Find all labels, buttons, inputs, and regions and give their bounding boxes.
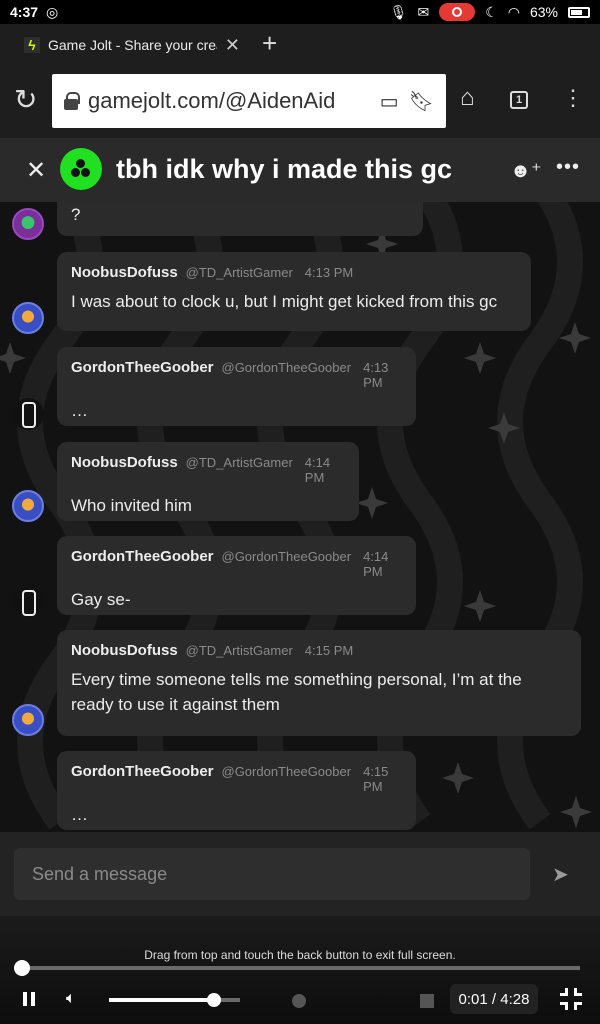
reload-icon[interactable]: ↻ xyxy=(14,86,37,114)
message-timestamp: 4:13 PM xyxy=(304,265,354,280)
exit-fullscreen-icon[interactable] xyxy=(560,988,582,1010)
url-text: gamejolt.com/@AidenAid xyxy=(88,88,336,113)
message-timestamp: 4:15 PM xyxy=(363,764,389,794)
recents-square-icon[interactable] xyxy=(420,994,434,1008)
close-chat-icon[interactable]: ✕ xyxy=(26,156,46,185)
battery-icon xyxy=(568,6,590,18)
message-bubble: NoobusDofuss @TD_ArtistGamer 4:13 PM I w… xyxy=(57,252,531,331)
message-text: I was about to clock u, but I might get … xyxy=(71,292,498,311)
user-avatar[interactable] xyxy=(12,398,44,430)
screen-record-icon xyxy=(439,3,476,21)
message-bubble: GordonTheeGoober @GordonTheeGoober 4:14 … xyxy=(57,536,416,615)
volume-slider-fill xyxy=(109,998,214,1002)
cast-icon[interactable]: ▭ xyxy=(380,89,399,114)
seek-bar-thumb[interactable] xyxy=(14,960,31,976)
message-handle: @GordonTheeGoober xyxy=(221,360,352,375)
address-bar[interactable]: gamejolt.com/@AidenAid ▭ 🔖︎ xyxy=(52,74,446,128)
user-avatar[interactable] xyxy=(12,586,44,618)
message-bubble: NoobusDofuss @TD_ArtistGamer 4:14 PM Who… xyxy=(57,442,359,521)
close-tab-icon[interactable]: ✕ xyxy=(225,35,240,56)
send-icon[interactable]: ➤ xyxy=(552,862,569,887)
message-bubble: GordonTheeGoober @GordonTheeGoober 4:13 … xyxy=(57,347,416,426)
message-handle: @GordonTheeGoober xyxy=(221,549,352,564)
android-status-bar: 4:37 ◎ 🎙 ✉ ☾ ◠ 63% xyxy=(0,0,600,24)
message-handle: @TD_ArtistGamer xyxy=(185,643,293,658)
user-avatar[interactable] xyxy=(12,490,44,522)
user-avatar[interactable] xyxy=(12,302,44,334)
message-text: Who invited him xyxy=(71,496,192,515)
chat-header: ✕ tbh idk why i made this gc ☻⁺ ••• xyxy=(0,138,600,202)
volume-slider-thumb[interactable] xyxy=(206,993,221,1007)
messenger-icon: ✉ xyxy=(417,3,430,20)
message-text: … xyxy=(71,805,88,824)
group-avatar[interactable] xyxy=(60,148,102,190)
message-input[interactable]: Send a message xyxy=(14,848,530,900)
battery-level: 63% xyxy=(529,4,558,20)
message-text: Gay se- xyxy=(71,590,131,609)
message-author[interactable]: GordonTheeGoober xyxy=(71,763,214,780)
tab-title: Game Jolt - Share your crea xyxy=(48,37,217,53)
chat-message-list[interactable]: ? NoobusDofuss @TD_ArtistGamer 4:13 PM I… xyxy=(0,202,600,832)
fullscreen-hint: Drag from top and touch the back button … xyxy=(144,948,456,962)
browser-toolbar: ↻ gamejolt.com/@AidenAid ▭ 🔖︎ ⌂ 1 ⋮ xyxy=(0,62,600,138)
wifi-icon: ◠ xyxy=(507,3,520,20)
volume-slider[interactable] xyxy=(109,993,240,1007)
message-timestamp: 4:14 PM xyxy=(363,549,389,579)
do-not-disturb-icon: ☾ xyxy=(485,3,498,20)
message-timestamp: 4:13 PM xyxy=(363,360,389,390)
message-author[interactable]: NoobusDofuss xyxy=(71,642,178,659)
message-timestamp: 4:15 PM xyxy=(304,643,354,658)
message-author[interactable]: GordonTheeGoober xyxy=(71,548,214,565)
user-avatar[interactable] xyxy=(12,208,44,240)
status-time: 4:37 xyxy=(10,4,39,20)
message-timestamp: 4:14 PM xyxy=(304,455,331,485)
more-options-icon[interactable]: ••• xyxy=(556,156,580,179)
user-avatar[interactable] xyxy=(12,704,44,736)
message-text: … xyxy=(71,401,88,420)
sync-icon: ◎ xyxy=(46,3,59,20)
new-tab-icon[interactable]: + xyxy=(262,30,277,56)
message-bubble: ? xyxy=(57,202,423,236)
bookmark-icon[interactable]: 🔖︎ xyxy=(409,89,434,114)
message-bubble: NoobusDofuss @TD_ArtistGamer 4:15 PM Eve… xyxy=(57,630,581,736)
video-timecode: 0:01 / 4:28 xyxy=(450,984,538,1014)
video-player-controls: Drag from top and touch the back button … xyxy=(0,916,600,1024)
gamejolt-favicon-icon: ϟ xyxy=(24,37,40,53)
message-author[interactable]: NoobusDofuss xyxy=(71,264,178,281)
mic-icon: 🎙 xyxy=(389,3,408,20)
message-handle: @TD_ArtistGamer xyxy=(185,265,293,280)
message-author[interactable]: GordonTheeGoober xyxy=(71,359,214,376)
browser-tab[interactable]: ϟ Game Jolt - Share your crea ✕ xyxy=(14,28,250,62)
message-text: ? xyxy=(71,205,81,224)
message-bubble: GordonTheeGoober @GordonTheeGoober 4:15 … xyxy=(57,751,416,830)
pause-icon[interactable] xyxy=(22,992,36,1006)
volume-icon[interactable]: 🔈︎ xyxy=(66,990,76,1008)
message-handle: @TD_ArtistGamer xyxy=(185,455,293,470)
message-handle: @GordonTheeGoober xyxy=(221,764,352,779)
home-icon[interactable]: ⌂ xyxy=(460,86,475,110)
message-author[interactable]: NoobusDofuss xyxy=(71,454,178,471)
tab-switcher-button[interactable]: 1 xyxy=(510,91,528,109)
browser-tab-strip: ϟ Game Jolt - Share your crea ✕ + xyxy=(0,24,600,62)
lock-icon xyxy=(64,92,80,110)
home-circle-icon[interactable] xyxy=(292,994,306,1008)
add-member-icon[interactable]: ☻⁺ xyxy=(510,158,542,183)
message-text: Every time someone tells me something pe… xyxy=(71,670,522,714)
chat-title: tbh idk why i made this gc xyxy=(116,154,453,184)
message-composer: Send a message ➤ xyxy=(0,832,600,916)
seek-bar[interactable] xyxy=(14,960,580,976)
browser-menu-icon[interactable]: ⋮ xyxy=(562,87,584,109)
